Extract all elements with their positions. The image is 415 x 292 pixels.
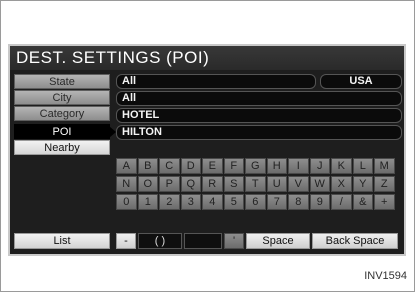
title-bar: DEST. SETTINGS (POI): [10, 46, 404, 70]
key-D[interactable]: D: [180, 158, 201, 174]
poi-field[interactable]: HILTON: [116, 125, 402, 140]
key-7[interactable]: 7: [266, 194, 287, 210]
key-8[interactable]: 8: [288, 194, 309, 210]
key-K[interactable]: K: [331, 158, 352, 174]
keyboard-row-digits: 0 1 2 3 4 5 6 7 8 9 / & +: [116, 194, 402, 210]
key-M[interactable]: M: [374, 158, 395, 174]
key-5[interactable]: 5: [223, 194, 244, 210]
back-space-button[interactable]: Back Space: [312, 233, 398, 249]
key-3[interactable]: 3: [180, 194, 201, 210]
key-plus[interactable]: +: [374, 194, 395, 210]
key-R[interactable]: R: [202, 176, 223, 192]
keyboard-row-letters-2: N O P Q R S T U V W X Y Z: [116, 176, 402, 192]
key-parentheses[interactable]: ( ): [138, 233, 182, 249]
key-9[interactable]: 9: [309, 194, 330, 210]
key-S[interactable]: S: [223, 176, 244, 192]
key-U[interactable]: U: [266, 176, 287, 192]
screen-title: DEST. SETTINGS (POI): [16, 48, 210, 67]
nav-screen: DEST. SETTINGS (POI) State City Category…: [8, 44, 406, 256]
key-dash[interactable]: -: [116, 233, 136, 249]
nearby-button[interactable]: Nearby: [14, 140, 110, 155]
keyboard-bottom-row: - ( ) ' Space Back Space: [116, 233, 402, 249]
key-V[interactable]: V: [288, 176, 309, 192]
key-O[interactable]: O: [137, 176, 158, 192]
key-Y[interactable]: Y: [352, 176, 373, 192]
category-field[interactable]: HOTEL: [116, 108, 402, 123]
key-ampersand[interactable]: &: [352, 194, 373, 210]
key-A[interactable]: A: [116, 158, 137, 174]
category-button[interactable]: Category: [14, 106, 110, 121]
key-4[interactable]: 4: [202, 194, 223, 210]
key-N[interactable]: N: [116, 176, 137, 192]
key-Q[interactable]: Q: [180, 176, 201, 192]
city-field[interactable]: All: [116, 91, 402, 106]
key-slash[interactable]: /: [331, 194, 352, 210]
key-Z[interactable]: Z: [374, 176, 395, 192]
figure-code: INV1594: [364, 270, 407, 282]
state-button[interactable]: State: [14, 74, 110, 89]
key-X[interactable]: X: [331, 176, 352, 192]
keyboard-row-letters-1: A B C D E F G H I J K L M: [116, 158, 402, 174]
city-button[interactable]: City: [14, 90, 110, 105]
key-P[interactable]: P: [159, 176, 180, 192]
character-keyboard: A B C D E F G H I J K L M N O P Q R S T …: [116, 158, 402, 212]
key-L[interactable]: L: [352, 158, 373, 174]
state-field[interactable]: All: [116, 74, 316, 89]
key-C[interactable]: C: [159, 158, 180, 174]
key-I[interactable]: I: [288, 158, 309, 174]
key-J[interactable]: J: [309, 158, 330, 174]
key-B[interactable]: B: [137, 158, 158, 174]
key-E[interactable]: E: [202, 158, 223, 174]
key-6[interactable]: 6: [245, 194, 266, 210]
space-button[interactable]: Space: [246, 233, 310, 249]
key-F[interactable]: F: [223, 158, 244, 174]
country-field[interactable]: USA: [320, 74, 402, 89]
key-blank[interactable]: [184, 233, 222, 249]
poi-button[interactable]: POI: [14, 124, 116, 139]
key-0[interactable]: 0: [116, 194, 137, 210]
key-W[interactable]: W: [309, 176, 330, 192]
key-H[interactable]: H: [266, 158, 287, 174]
key-apostrophe[interactable]: ': [224, 233, 244, 249]
key-1[interactable]: 1: [137, 194, 158, 210]
key-2[interactable]: 2: [159, 194, 180, 210]
key-G[interactable]: G: [245, 158, 266, 174]
list-button[interactable]: List: [14, 233, 110, 249]
key-T[interactable]: T: [245, 176, 266, 192]
